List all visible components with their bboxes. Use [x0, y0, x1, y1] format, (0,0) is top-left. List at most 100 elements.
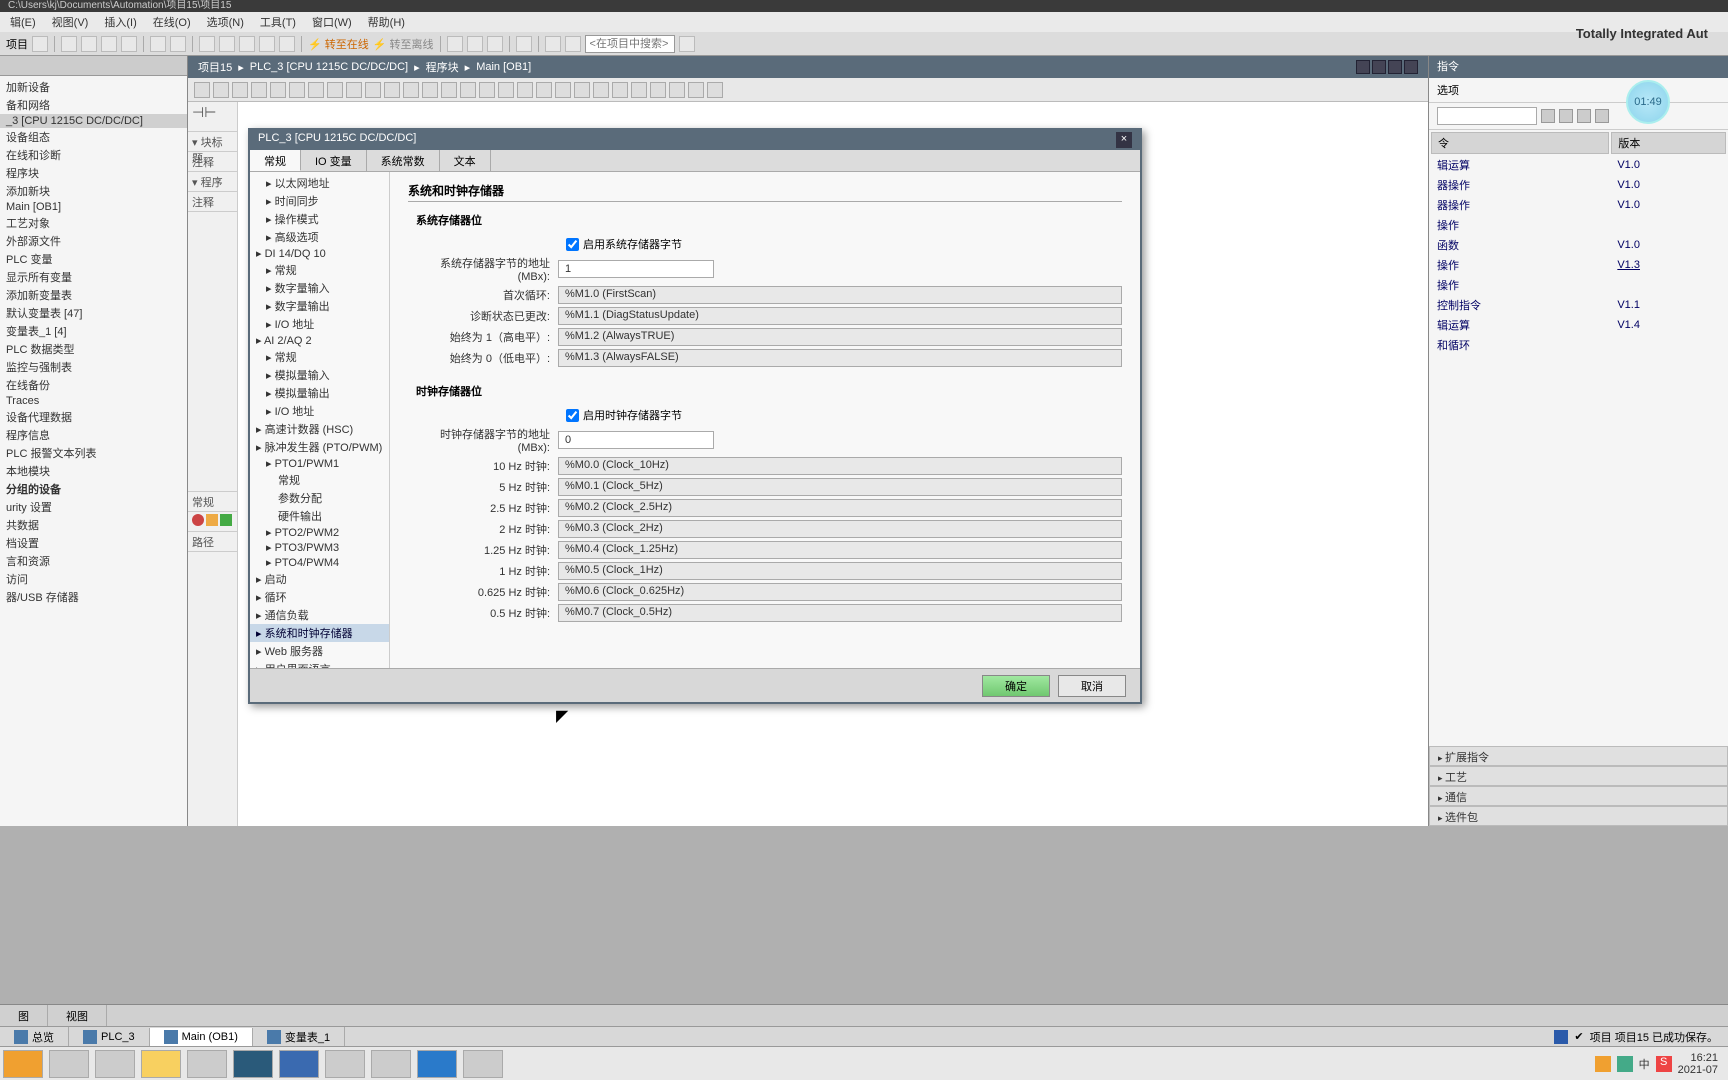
table-row[interactable]: 器操作V1.0: [1431, 176, 1726, 194]
cat-options[interactable]: 选件包: [1429, 806, 1728, 826]
tool-icon[interactable]: [612, 82, 628, 98]
filter-icon[interactable]: [1559, 109, 1573, 123]
tree-item[interactable]: 共数据: [0, 516, 187, 534]
tree-item[interactable]: 档设置: [0, 534, 187, 552]
tool-icon[interactable]: [384, 82, 400, 98]
app-icon[interactable]: [325, 1050, 365, 1078]
tool-icon[interactable]: [669, 82, 685, 98]
tool-icon[interactable]: [239, 36, 255, 52]
app-icon[interactable]: [463, 1050, 503, 1078]
explorer-icon[interactable]: [49, 1050, 89, 1078]
tree-item[interactable]: 添加新变量表: [0, 286, 187, 304]
nav-item[interactable]: ▸ 系统和时钟存储器: [250, 624, 389, 642]
tree-item[interactable]: PLC 变量: [0, 250, 187, 268]
tray-icon[interactable]: S: [1656, 1056, 1672, 1072]
menu-options[interactable]: 选项(N): [207, 14, 244, 30]
tree-item[interactable]: 程序块: [0, 164, 187, 182]
table-row[interactable]: 函数V1.0: [1431, 236, 1726, 254]
tool-icon[interactable]: [365, 82, 381, 98]
tool-icon[interactable]: [650, 82, 666, 98]
tree-item[interactable]: PLC 报警文本列表: [0, 444, 187, 462]
status-tab[interactable]: 变量表_1: [253, 1027, 345, 1047]
tool-icon[interactable]: [270, 82, 286, 98]
menu-online[interactable]: 在线(O): [153, 14, 191, 30]
tool-icon[interactable]: [199, 36, 215, 52]
nav-item[interactable]: ▸ 数字量输出: [250, 297, 389, 315]
browser-icon[interactable]: [187, 1050, 227, 1078]
nav-item[interactable]: ▸ 数字量输入: [250, 279, 389, 297]
enable-sys-mem-checkbox[interactable]: [566, 238, 579, 251]
tool-icon[interactable]: [327, 82, 343, 98]
tray-icon[interactable]: [1617, 1056, 1633, 1072]
tree-item[interactable]: 设备代理数据: [0, 408, 187, 426]
save-icon[interactable]: [32, 36, 48, 52]
col-name[interactable]: 令: [1431, 132, 1609, 154]
filter-input[interactable]: [1437, 107, 1537, 125]
nav-item[interactable]: ▸ PTO1/PWM1: [250, 456, 389, 471]
tool-icon[interactable]: [467, 36, 483, 52]
tia-icon[interactable]: [233, 1050, 273, 1078]
nav-item[interactable]: 常规: [250, 471, 389, 489]
tool-icon[interactable]: [593, 82, 609, 98]
status-tab[interactable]: 总览: [0, 1027, 69, 1047]
tree-item[interactable]: 在线和诊断: [0, 146, 187, 164]
folder-icon[interactable]: [141, 1050, 181, 1078]
tree-item[interactable]: 访问: [0, 570, 187, 588]
tool-icon[interactable]: [259, 36, 275, 52]
tree-item[interactable]: 默认变量表 [47]: [0, 304, 187, 322]
cut-icon[interactable]: [61, 36, 77, 52]
media-icon[interactable]: [417, 1050, 457, 1078]
minimize-icon[interactable]: [1356, 60, 1370, 74]
tool-icon[interactable]: [346, 82, 362, 98]
nav-item[interactable]: ▸ 模拟量输出: [250, 384, 389, 402]
nav-item[interactable]: ▸ DI 14/DQ 10: [250, 246, 389, 261]
col-version[interactable]: 版本: [1611, 132, 1726, 154]
tab-view[interactable]: 视图: [48, 1005, 107, 1026]
tree-item[interactable]: 监控与强制表: [0, 358, 187, 376]
table-row[interactable]: 操作V1.3: [1431, 256, 1726, 274]
nav-item[interactable]: ▸ 启动: [250, 570, 389, 588]
redo-icon[interactable]: [170, 36, 186, 52]
tree-item[interactable]: _3 [CPU 1215C DC/DC/DC]: [0, 114, 187, 128]
nav-item[interactable]: ▸ I/O 地址: [250, 315, 389, 333]
crumb[interactable]: Main [OB1]: [476, 61, 531, 73]
search-icon[interactable]: [679, 36, 695, 52]
sys-mem-addr-input[interactable]: [558, 260, 714, 278]
tree-item[interactable]: 外部源文件: [0, 232, 187, 250]
tool-icon[interactable]: [536, 82, 552, 98]
tool-icon[interactable]: [498, 82, 514, 98]
status-tab[interactable]: PLC_3: [69, 1028, 150, 1046]
tool-icon[interactable]: [422, 82, 438, 98]
filter-icon[interactable]: [1577, 109, 1591, 123]
tab-text[interactable]: 文本: [440, 150, 491, 171]
table-row[interactable]: 辑运算V1.4: [1431, 316, 1726, 334]
tree-item[interactable]: 分组的设备: [0, 480, 187, 498]
maximize-icon[interactable]: [1388, 60, 1402, 74]
nav-item[interactable]: ▸ 通信负载: [250, 606, 389, 624]
tree-item[interactable]: 设备组态: [0, 128, 187, 146]
nav-item[interactable]: ▸ 高速计数器 (HSC): [250, 420, 389, 438]
nav-item[interactable]: ▸ 模拟量输入: [250, 366, 389, 384]
tool-icon[interactable]: [555, 82, 571, 98]
table-row[interactable]: 操作: [1431, 216, 1726, 234]
nav-item[interactable]: ▸ 脉冲发生器 (PTO/PWM): [250, 438, 389, 456]
clock-mem-addr-input[interactable]: [558, 431, 714, 449]
tree-item[interactable]: 加新设备: [0, 78, 187, 96]
tool-icon[interactable]: [479, 82, 495, 98]
tool-icon[interactable]: [707, 82, 723, 98]
crumb[interactable]: 项目15: [198, 59, 232, 75]
cancel-button[interactable]: 取消: [1058, 675, 1126, 697]
visio-icon[interactable]: [279, 1050, 319, 1078]
crumb[interactable]: PLC_3 [CPU 1215C DC/DC/DC]: [250, 61, 408, 73]
tray-icon[interactable]: [1595, 1056, 1611, 1072]
table-row[interactable]: 控制指令V1.1: [1431, 296, 1726, 314]
tool-icon[interactable]: [545, 36, 561, 52]
restore-icon[interactable]: [1372, 60, 1386, 74]
cat-extended[interactable]: 扩展指令: [1429, 746, 1728, 766]
menu-insert[interactable]: 插入(I): [104, 14, 136, 30]
tool-icon[interactable]: [517, 82, 533, 98]
nav-item[interactable]: ▸ I/O 地址: [250, 402, 389, 420]
tree-item[interactable]: 显示所有变量: [0, 268, 187, 286]
tab-portal[interactable]: 图: [0, 1005, 48, 1026]
tree-item[interactable]: PLC 数据类型: [0, 340, 187, 358]
